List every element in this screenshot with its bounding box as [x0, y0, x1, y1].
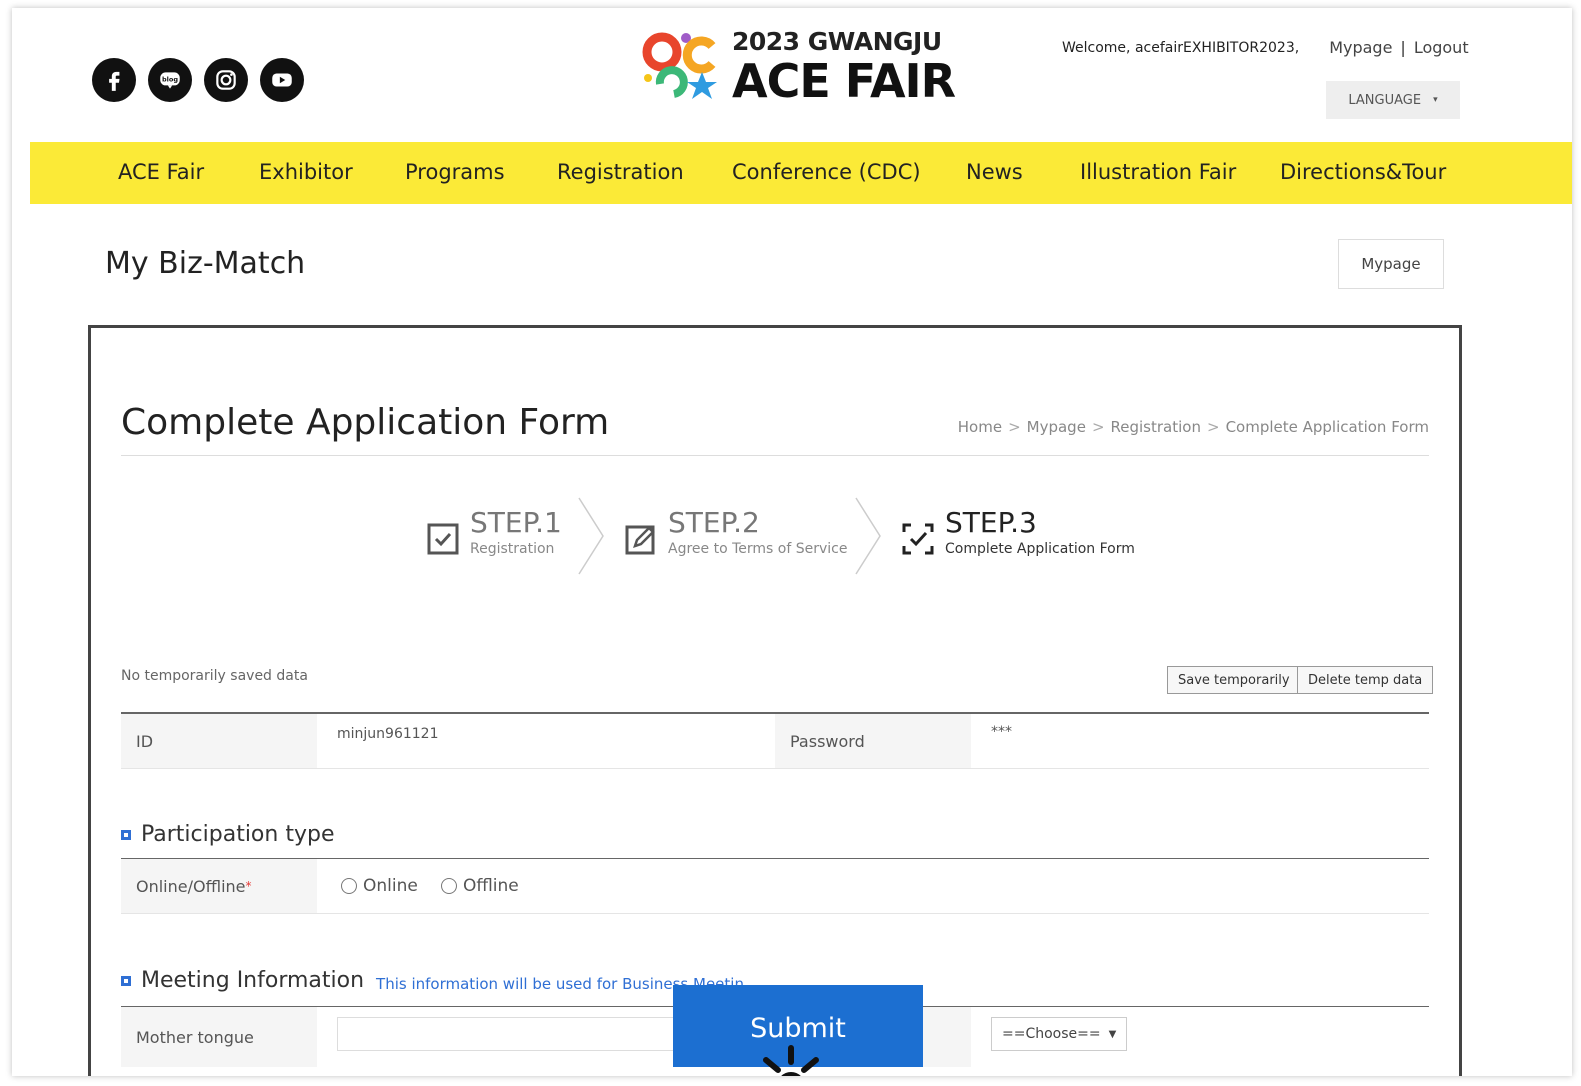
- save-temporarily-button[interactable]: Save temporarily: [1167, 666, 1301, 694]
- step-3: STEP.3 Complete Application Form: [901, 506, 1135, 557]
- top-links: Welcome, acefairEXHIBITOR2023, Mypage | …: [1062, 38, 1469, 57]
- participation-type-heading: Participation type: [121, 822, 334, 847]
- link-separator: |: [1400, 38, 1406, 57]
- step-2-number: STEP.2: [668, 506, 760, 539]
- id-value: minjun961121: [337, 726, 439, 742]
- nav-item-illustration-fair[interactable]: Illustration Fair: [1080, 160, 1236, 184]
- welcome-text: Welcome, acefairEXHIBITOR2023,: [1062, 39, 1300, 56]
- logo-text: 2023 GWANGJU ACE FAIR: [732, 26, 956, 108]
- password-label: Password: [775, 714, 971, 768]
- nav-item-ace-fair[interactable]: ACE Fair: [118, 160, 204, 184]
- nav-item-exhibitor[interactable]: Exhibitor: [259, 160, 353, 184]
- temp-save-status: No temporarily saved data: [121, 668, 308, 684]
- caret-down-icon: ▾: [1433, 95, 1438, 105]
- password-value: ***: [991, 724, 1012, 740]
- delete-temp-data-button[interactable]: Delete temp data: [1297, 666, 1434, 694]
- complete-check-icon: [902, 523, 934, 555]
- step-chevron-icon: [855, 497, 881, 575]
- step-2-label: Agree to Terms of Service: [668, 540, 848, 557]
- account-row: ID minjun961121 Password ***: [121, 714, 1429, 769]
- step-1-number: STEP.1: [470, 506, 562, 539]
- breadcrumb-current: Complete Application Form: [1225, 418, 1429, 436]
- language-label: LANGUAGE: [1348, 92, 1422, 108]
- radio-circle-icon[interactable]: [341, 878, 357, 894]
- nav-item-directions-tour[interactable]: Directions&Tour: [1280, 160, 1446, 184]
- blog-icon[interactable]: blog: [148, 58, 192, 102]
- language-select-value: ==Choose==: [1002, 1026, 1101, 1042]
- title-divider: [121, 455, 1429, 456]
- svg-text:blog: blog: [162, 76, 178, 84]
- nav-item-conference[interactable]: Conference (CDC): [732, 160, 921, 184]
- participation-type-title: Participation type: [141, 822, 335, 847]
- step-1-label: Registration: [470, 540, 555, 557]
- id-label: ID: [121, 714, 317, 768]
- square-bullet-icon: [121, 829, 131, 840]
- online-offline-label: Online/Offline *: [121, 859, 317, 913]
- breadcrumb-home[interactable]: Home: [958, 418, 1002, 436]
- breadcrumb-mypage[interactable]: Mypage: [1027, 418, 1086, 436]
- step-3-label: Complete Application Form: [945, 540, 1135, 557]
- mypage-button[interactable]: Mypage: [1338, 239, 1444, 289]
- online-radio-label: Online: [363, 876, 418, 896]
- youtube-icon[interactable]: [260, 58, 304, 102]
- application-form-panel: Complete Application Form Home > Mypage …: [88, 325, 1462, 1076]
- mother-tongue-label: Mother tongue: [121, 1007, 317, 1067]
- main-nav: ACE Fair Exhibitor Programs Registration…: [30, 142, 1572, 204]
- form-title: Complete Application Form: [121, 402, 610, 443]
- step-2: STEP.2 Agree to Terms of Service: [624, 506, 848, 557]
- chevron-right-icon: >: [1206, 418, 1220, 436]
- participation-row: Online/Offline * Online Offline: [121, 859, 1429, 914]
- mypage-link[interactable]: Mypage: [1329, 38, 1392, 57]
- step-1: STEP.1 Registration: [426, 506, 562, 557]
- nav-item-programs[interactable]: Programs: [405, 160, 505, 184]
- edit-icon: [625, 525, 655, 555]
- chevron-right-icon: >: [1091, 418, 1105, 436]
- submit-button[interactable]: Submit: [673, 985, 923, 1067]
- required-mark: *: [245, 879, 252, 893]
- social-links: blog: [92, 58, 304, 102]
- meeting-information-title: Meeting Information: [141, 968, 365, 993]
- square-bullet-icon: [121, 975, 131, 986]
- facebook-icon[interactable]: [92, 58, 136, 102]
- meeting-information-heading: Meeting Information This information wil…: [121, 968, 744, 993]
- language-dropdown[interactable]: LANGUAGE ▾: [1326, 81, 1460, 119]
- logo-name: ACE FAIR: [732, 53, 956, 108]
- participation-options: Online Offline: [341, 876, 537, 898]
- online-offline-label-text: Online/Offline: [136, 876, 246, 896]
- nav-item-registration[interactable]: Registration: [557, 160, 684, 184]
- step-chevron-icon: [578, 497, 604, 575]
- browser-page: blog 2023 GWANGJU ACE FAIR Welcome, acef…: [12, 8, 1572, 1076]
- breadcrumb: Home > Mypage > Registration > Complete …: [958, 418, 1429, 436]
- step-3-number: STEP.3: [945, 506, 1037, 539]
- chevron-down-icon: ▼: [1108, 1028, 1117, 1040]
- logout-link[interactable]: Logout: [1414, 38, 1469, 57]
- breadcrumb-registration[interactable]: Registration: [1111, 418, 1201, 436]
- ace-fair-logo[interactable]: 2023 GWANGJU ACE FAIR: [640, 24, 956, 108]
- chevron-right-icon: >: [1008, 418, 1021, 436]
- page-title: My Biz-Match: [105, 246, 306, 281]
- logo-year: 2023 GWANGJU: [732, 26, 942, 56]
- instagram-icon[interactable]: [204, 58, 248, 102]
- online-radio[interactable]: Online: [341, 876, 418, 896]
- offline-radio-label: Offline: [462, 876, 519, 896]
- radio-circle-icon[interactable]: [440, 878, 457, 894]
- nav-item-news[interactable]: News: [966, 160, 1023, 184]
- language-select[interactable]: ==Choose== ▼: [991, 1017, 1127, 1051]
- checkbox-icon: [427, 523, 459, 555]
- ace-fair-logo-mark: [642, 32, 717, 99]
- offline-radio[interactable]: Offline: [440, 876, 519, 896]
